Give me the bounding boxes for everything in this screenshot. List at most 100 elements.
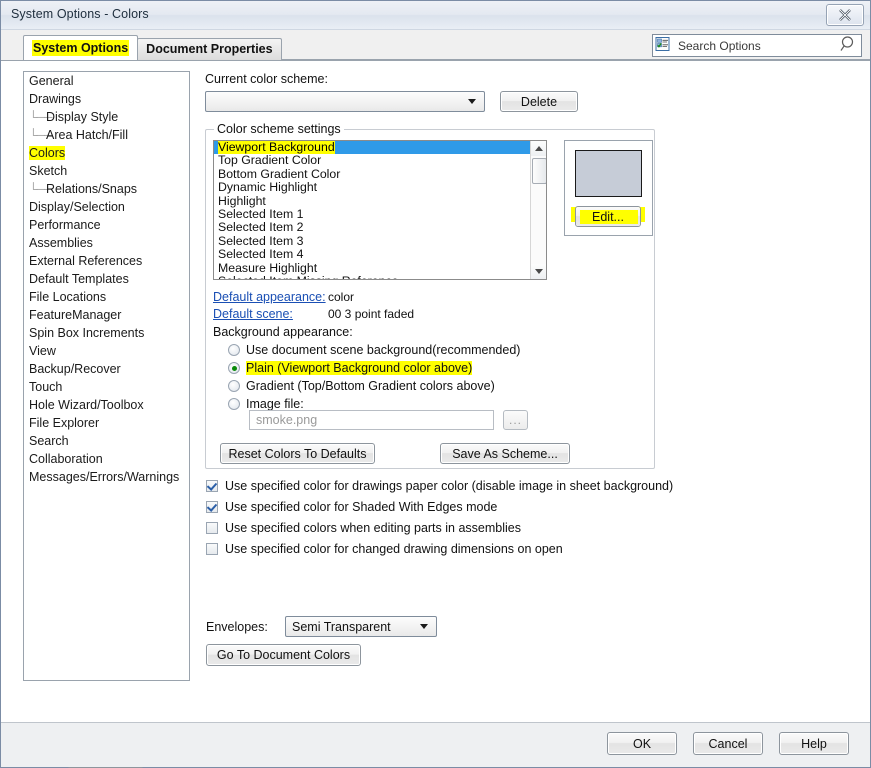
current-color-scheme-label: Current color scheme: — [205, 72, 328, 86]
checkbox-icon[interactable] — [206, 480, 218, 492]
color-option-checkbox-row[interactable]: Use specified color for Shaded With Edge… — [206, 500, 673, 514]
search-input[interactable]: Search Options — [673, 39, 839, 53]
delete-scheme-button[interactable]: Delete — [500, 91, 578, 112]
default-appearance-link[interactable]: Default appearance: — [213, 290, 326, 304]
radio-icon[interactable] — [228, 380, 240, 392]
sidebar-item-label: Collaboration — [29, 452, 103, 466]
sidebar-item-general[interactable]: General — [24, 72, 189, 90]
image-file-input[interactable]: smoke.png — [249, 410, 494, 430]
save-as-scheme-button[interactable]: Save As Scheme... — [440, 443, 570, 464]
color-scheme-item-label: Viewport Background — [218, 141, 335, 154]
dialog-footer: OK Cancel Help — [1, 722, 870, 767]
sidebar-item-backup-recover[interactable]: Backup/Recover — [24, 360, 189, 378]
sidebar-item-label: View — [29, 344, 56, 358]
color-scheme-list-items[interactable]: Viewport BackgroundTop Gradient ColorBot… — [214, 141, 530, 279]
help-button[interactable]: Help — [779, 732, 849, 755]
sidebar-item-label: File Explorer — [29, 416, 99, 430]
sidebar-item-external-references[interactable]: External References — [24, 252, 189, 270]
radio-icon[interactable] — [228, 362, 240, 374]
color-scheme-item-label: Bottom Gradient Color — [218, 167, 340, 181]
reset-colors-button[interactable]: Reset Colors To Defaults — [220, 443, 375, 464]
color-scheme-list-item[interactable]: Dynamic Highlight — [214, 181, 530, 194]
sidebar-item-label: Drawings — [29, 92, 81, 106]
sidebar-item-performance[interactable]: Performance — [24, 216, 189, 234]
sidebar-item-spin-box-increments[interactable]: Spin Box Increments — [24, 324, 189, 342]
color-scheme-list-item[interactable]: Selected Item Missing Reference — [214, 275, 530, 279]
checkbox-icon[interactable] — [206, 522, 218, 534]
sidebar-item-search[interactable]: Search — [24, 432, 189, 450]
color-option-checkboxes[interactable]: Use specified color for drawings paper c… — [206, 479, 673, 563]
color-scheme-list-item[interactable]: Selected Item 1 — [214, 208, 530, 221]
go-to-document-colors-button[interactable]: Go To Document Colors — [206, 644, 361, 666]
sidebar-item-label: General — [29, 74, 73, 88]
color-scheme-listbox[interactable]: Viewport BackgroundTop Gradient ColorBot… — [213, 140, 547, 280]
sidebar-item-file-locations[interactable]: File Locations — [24, 288, 189, 306]
sidebar-item-label: FeatureManager — [29, 308, 121, 322]
tree-branch-icon: └── — [29, 180, 46, 198]
scrollbar-thumb[interactable] — [532, 158, 547, 184]
background-option-row[interactable]: Image file: — [228, 397, 520, 411]
scroll-up-button[interactable] — [531, 141, 546, 156]
color-scheme-settings-group: Color scheme settings Viewport Backgroun… — [205, 129, 655, 469]
sidebar-item-default-templates[interactable]: Default Templates — [24, 270, 189, 288]
search-icon[interactable] — [839, 35, 861, 56]
color-scheme-list-item[interactable]: Selected Item 4 — [214, 248, 530, 261]
background-option-row[interactable]: Use document scene background(recommende… — [228, 343, 520, 357]
sidebar-item-label: File Locations — [29, 290, 106, 304]
sidebar-item-touch[interactable]: Touch — [24, 378, 189, 396]
sidebar-item-display-selection[interactable]: Display/Selection — [24, 198, 189, 216]
sidebar-item-messages-errors-warnings[interactable]: Messages/Errors/Warnings — [24, 468, 189, 486]
background-option-row[interactable]: Plain (Viewport Background color above) — [228, 361, 520, 375]
color-scheme-list-item[interactable]: Viewport Background — [214, 141, 530, 154]
browse-image-label: ... — [509, 413, 522, 427]
browse-image-button[interactable]: ... — [503, 410, 528, 430]
tab-system-options[interactable]: System Options — [23, 35, 138, 60]
sidebar-item-assemblies[interactable]: Assemblies — [24, 234, 189, 252]
sidebar-item-featuremanager[interactable]: FeatureManager — [24, 306, 189, 324]
close-button[interactable] — [826, 4, 864, 26]
tab-system-options-label: System Options — [32, 40, 129, 56]
background-appearance-radios[interactable]: Use document scene background(recommende… — [228, 343, 520, 415]
ok-button[interactable]: OK — [607, 732, 677, 755]
color-option-checkbox-row[interactable]: Use specified color for drawings paper c… — [206, 479, 673, 493]
tab-document-properties[interactable]: Document Properties — [137, 38, 281, 60]
color-scheme-list-item[interactable]: Measure Highlight — [214, 262, 530, 275]
current-color-scheme-combo[interactable] — [205, 91, 485, 112]
envelopes-combo[interactable]: Semi Transparent — [285, 616, 437, 637]
background-option-row[interactable]: Gradient (Top/Bottom Gradient colors abo… — [228, 379, 520, 393]
search-options-box[interactable]: Search Options — [652, 34, 862, 57]
sidebar-item-colors[interactable]: Colors — [24, 144, 189, 162]
options-category-tree[interactable]: General Drawings └──Display Style└──Area H… — [23, 71, 190, 681]
color-scheme-item-label: Highlight — [218, 194, 266, 208]
default-scene-row: Default scene: 00 3 point faded — [213, 307, 293, 321]
checkbox-icon[interactable] — [206, 543, 218, 555]
checkbox-icon[interactable] — [206, 501, 218, 513]
color-scheme-list-item[interactable]: Selected Item 3 — [214, 235, 530, 248]
color-option-checkbox-row[interactable]: Use specified color for changed drawing … — [206, 542, 673, 556]
sidebar-item-file-explorer[interactable]: File Explorer — [24, 414, 189, 432]
sidebar-item-collaboration[interactable]: Collaboration — [24, 450, 189, 468]
sidebar-item-display-style[interactable]: └──Display Style — [24, 108, 189, 126]
listbox-scrollbar[interactable] — [530, 141, 546, 279]
default-scene-link[interactable]: Default scene: — [213, 307, 293, 321]
sidebar-item-relations-snaps[interactable]: └──Relations/Snaps — [24, 180, 189, 198]
sidebar-item-view[interactable]: View — [24, 342, 189, 360]
color-scheme-list-item[interactable]: Top Gradient Color — [214, 154, 530, 167]
edit-color-button[interactable]: Edit... — [575, 206, 641, 227]
radio-icon[interactable] — [228, 398, 240, 410]
color-scheme-item-label: Selected Item Missing Reference — [218, 274, 398, 279]
scroll-down-button[interactable] — [531, 264, 546, 279]
background-option-label: Image file: — [246, 397, 304, 411]
sidebar-item-sketch[interactable]: Sketch — [24, 162, 189, 180]
sidebar-item-label: Sketch — [29, 164, 67, 178]
cancel-button[interactable]: Cancel — [693, 732, 763, 755]
sidebar-item-hole-wizard-toolbox[interactable]: Hole Wizard/Toolbox — [24, 396, 189, 414]
color-scheme-list-item[interactable]: Highlight — [214, 195, 530, 208]
color-scheme-list-item[interactable]: Selected Item 2 — [214, 221, 530, 234]
sidebar-item-drawings[interactable]: Drawings — [24, 90, 189, 108]
sidebar-item-area-hatch-fill[interactable]: └──Area Hatch/Fill — [24, 126, 189, 144]
color-scheme-list-item[interactable]: Bottom Gradient Color — [214, 168, 530, 181]
cancel-button-label: Cancel — [709, 737, 748, 751]
radio-icon[interactable] — [228, 344, 240, 356]
color-option-checkbox-row[interactable]: Use specified colors when editing parts … — [206, 521, 673, 535]
